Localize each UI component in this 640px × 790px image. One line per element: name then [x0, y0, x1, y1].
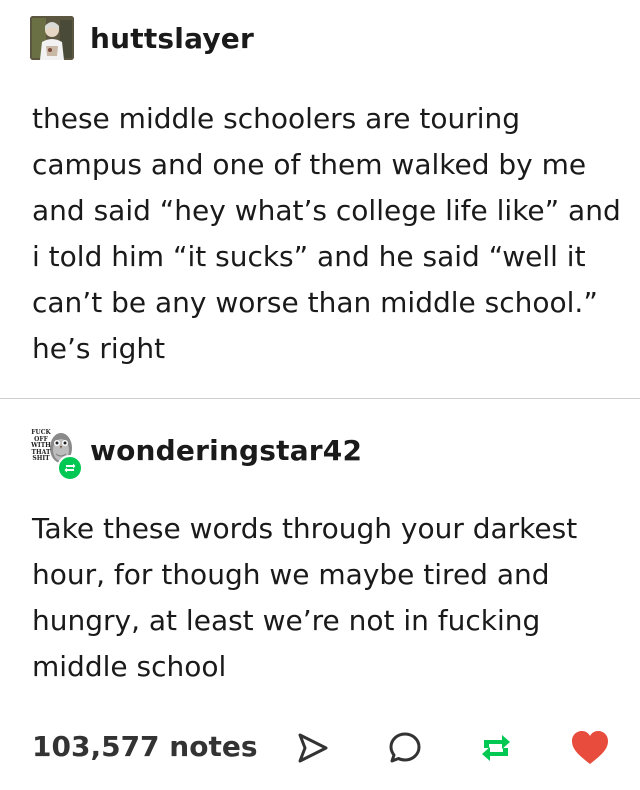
- post-body-text: these middle schoolers are touring campu…: [32, 102, 621, 365]
- username[interactable]: wonderingstar42: [90, 434, 362, 467]
- avatar-image: [30, 16, 74, 60]
- username[interactable]: huttslayer: [90, 22, 254, 55]
- reblog-icon: [482, 735, 510, 761]
- avatar-huttslayer[interactable]: [30, 16, 74, 60]
- post-body-text: Take these words through your darkest ho…: [32, 512, 578, 683]
- avatar-caption: FUCK OFF WITH THAT SHIT: [31, 429, 51, 462]
- reply-icon: [389, 732, 421, 763]
- post-header: huttslayer: [30, 16, 254, 60]
- post-divider: [0, 398, 640, 399]
- notes-count[interactable]: 103,577 notes: [32, 730, 258, 763]
- post-footer: 103,577 notes: [0, 722, 640, 774]
- post-header: FUCK OFF WITH THAT SHIT wonderingstar42: [30, 428, 362, 481]
- heart-icon: [572, 731, 608, 764]
- share-icon: [298, 733, 328, 763]
- reply-button[interactable]: [385, 728, 425, 768]
- avatar-wonderingstar42[interactable]: FUCK OFF WITH THAT SHIT: [30, 428, 83, 481]
- share-button[interactable]: [293, 728, 333, 768]
- reblog-badge-icon: [57, 455, 83, 481]
- like-button[interactable]: [570, 728, 610, 768]
- reblog-button[interactable]: [476, 728, 516, 768]
